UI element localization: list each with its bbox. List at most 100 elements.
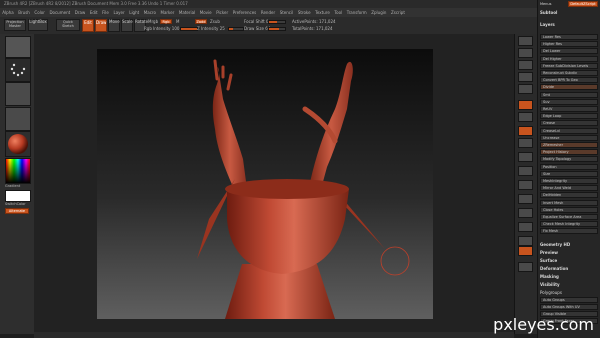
z-intensity-slider[interactable]	[228, 27, 244, 31]
color-picker[interactable]	[5, 158, 31, 184]
masking-header[interactable]: Masking	[540, 274, 598, 279]
material-thumbnail[interactable]	[5, 131, 31, 157]
menu-item-stencil[interactable]: Stencil	[280, 10, 294, 15]
palette-row-lower-res[interactable]: Lower Res	[540, 34, 598, 40]
polygroups-header[interactable]: Polygroups	[540, 290, 598, 295]
stroke-thumbnail[interactable]	[5, 58, 31, 82]
solo-icon[interactable]	[518, 246, 533, 256]
menu-item-stroke[interactable]: Stroke	[298, 10, 311, 15]
palette-row-close-holes[interactable]: Close Holes	[540, 206, 598, 213]
menu-item-zscript[interactable]: Zscript	[391, 10, 405, 15]
bpr-icon[interactable]	[518, 36, 533, 46]
menu-item-brush[interactable]: Brush	[18, 10, 30, 15]
palette-row-insert-mesh[interactable]: Insert Mesh	[540, 199, 598, 206]
m-toggle[interactable]: M	[176, 19, 179, 24]
subtool-header[interactable]: Subtool	[540, 10, 598, 15]
brush-thumbnail[interactable]	[5, 36, 31, 58]
mrgb-toggle[interactable]: Mrgb	[148, 19, 158, 24]
xpose-icon[interactable]	[518, 262, 533, 272]
quick-sketch-button[interactable]: Quick Sketch	[56, 19, 80, 31]
menu-item-document[interactable]: Document	[49, 10, 70, 15]
surface-header[interactable]: Surface	[540, 258, 598, 263]
menu-item-preferences[interactable]: Preferences	[233, 10, 257, 15]
menu-item-zplugin[interactable]: Zplugin	[371, 10, 386, 15]
menu-item-movie[interactable]: Movie	[200, 10, 212, 15]
xyz-icon[interactable]	[518, 138, 533, 148]
palette-row-modify-topology[interactable]: Modify Topology	[540, 156, 598, 163]
edit-button[interactable]: Edit	[82, 19, 94, 32]
menu-item-layer[interactable]: Layer	[113, 10, 124, 15]
menu-item-file[interactable]: File	[102, 10, 109, 15]
menu-item-color[interactable]: Color	[34, 10, 44, 15]
menu-item-texture[interactable]: Texture	[315, 10, 330, 15]
visibility-header[interactable]: Visibility	[540, 282, 598, 287]
projection-master-button[interactable]: Projection Master	[4, 19, 26, 31]
alpha-thumbnail[interactable]	[5, 82, 31, 106]
line-fill-icon[interactable]	[518, 208, 533, 218]
draw-size-slider[interactable]	[268, 27, 286, 31]
gradient-label[interactable]: Gradient	[5, 184, 20, 188]
palette-row-freeze-subdivision-levels[interactable]: Freeze SubDivision Levels	[540, 62, 598, 69]
rgb-toggle[interactable]: Rgb	[160, 19, 172, 24]
scale-button[interactable]: Scale	[121, 19, 133, 32]
rotate-view-icon[interactable]	[518, 194, 533, 204]
focal-shift-slider[interactable]	[268, 20, 286, 24]
zoom-icon[interactable]	[518, 72, 533, 82]
layers-header[interactable]: Layers	[540, 22, 598, 27]
draw-button[interactable]: Draw	[95, 19, 107, 32]
auto-groups-button[interactable]: Auto Groups	[540, 297, 598, 303]
main-color-swatch[interactable]	[5, 190, 31, 202]
zadd-toggle[interactable]: Zadd	[195, 19, 207, 24]
palette-row-higher-res[interactable]: Higher Res	[540, 41, 598, 48]
palette-row-position[interactable]: Position	[540, 163, 598, 170]
palette-row-uncrease[interactable]: Uncrease	[540, 134, 598, 141]
deformation-header[interactable]: Deformation	[540, 266, 598, 271]
alternate-button[interactable]: Alternate	[5, 208, 29, 214]
document-viewport[interactable]	[97, 49, 433, 319]
palette-row-divide[interactable]: Divide	[540, 84, 598, 91]
frame-icon[interactable]	[518, 152, 533, 162]
menu-item-alpha[interactable]: Alpha	[2, 10, 13, 15]
scale-view-icon[interactable]	[518, 180, 533, 190]
texture-thumbnail[interactable]	[5, 107, 31, 131]
auto-groups-uv-button[interactable]: Auto Groups With UV	[540, 304, 598, 310]
transp-icon[interactable]	[518, 222, 533, 232]
menu-item-light[interactable]: Light	[129, 10, 139, 15]
palette-row-meshintegrity[interactable]: MeshIntegrity	[540, 178, 598, 184]
palette-row-del-higher[interactable]: Del Higher	[540, 55, 598, 62]
palette-row-equalize-surface-area[interactable]: Equalize Surface Area	[540, 214, 598, 220]
menu-item-marker[interactable]: Marker	[161, 10, 175, 15]
palette-row-reuv[interactable]: ReUV	[540, 106, 598, 112]
menu-item-tool[interactable]: Tool	[334, 10, 342, 15]
spix-icon[interactable]	[518, 48, 533, 58]
floor-icon[interactable]	[518, 112, 533, 122]
local-icon[interactable]	[518, 126, 533, 136]
palette-row-project-history[interactable]: Project History	[540, 149, 598, 156]
menu-item-macro[interactable]: Macro	[144, 10, 156, 15]
menu-item-draw[interactable]: Draw	[75, 10, 85, 15]
menu-item-transform[interactable]: Transform	[347, 10, 367, 15]
palette-row-suv[interactable]: Suv	[540, 98, 598, 105]
geometry-hd-header[interactable]: Geometry HD	[540, 242, 598, 247]
palette-row-mirror-and-weld[interactable]: Mirror And Weld	[540, 185, 598, 192]
rgb-intensity-slider[interactable]	[180, 27, 198, 31]
palette-row-smt[interactable]: Smt	[540, 91, 598, 98]
menu-item-edit[interactable]: Edit	[90, 10, 98, 15]
palette-row-creaselvl[interactable]: CreaseLvl	[540, 127, 598, 134]
palette-row-del-lower[interactable]: Del Lower	[540, 48, 598, 55]
move-view-icon[interactable]	[518, 166, 533, 176]
ghost-icon[interactable]	[518, 236, 533, 246]
zsub-toggle[interactable]: Zsub	[210, 19, 220, 24]
actual-icon[interactable]	[518, 84, 533, 94]
palette-row-delhidden[interactable]: DelHidden	[540, 192, 598, 199]
scroll-icon[interactable]	[518, 60, 533, 70]
palette-row-crease[interactable]: Crease	[540, 120, 598, 127]
palette-row-zremesher[interactable]: ZRemesher	[540, 142, 598, 148]
menu-item-picker[interactable]: Picker	[216, 10, 228, 15]
palette-row-size[interactable]: Size	[540, 170, 598, 177]
palette-row-fix-mesh[interactable]: Fix Mesh	[540, 228, 598, 235]
palette-row-check-mesh-integrity[interactable]: Check Mesh Integrity	[540, 221, 598, 228]
palette-row-edge-loop[interactable]: Edge Loop	[540, 113, 598, 120]
preview-header[interactable]: Preview	[540, 250, 598, 255]
palette-row-reconstruct-subdiv[interactable]: Reconstruct Subdiv	[540, 70, 598, 76]
